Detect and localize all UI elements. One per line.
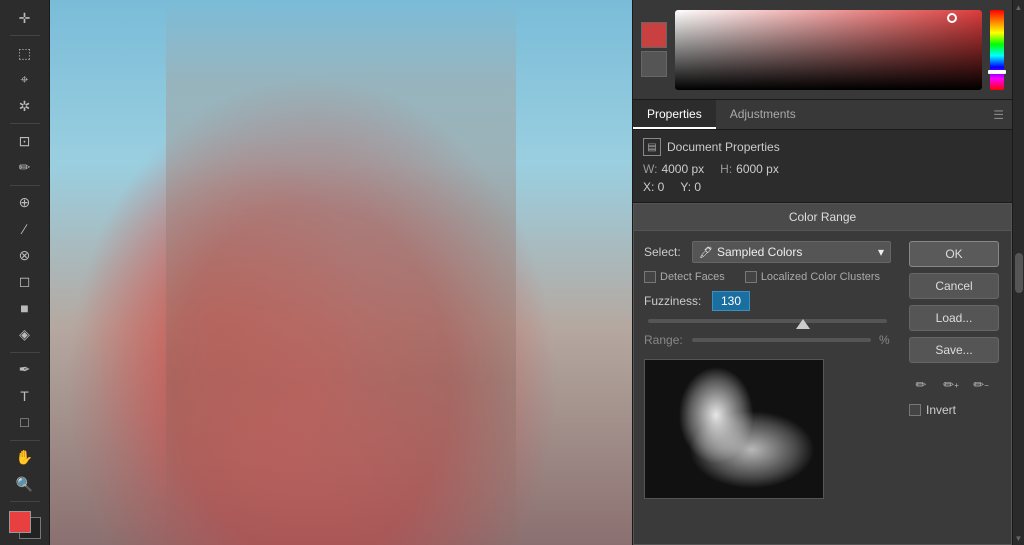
doc-props-row: ▤ Document Properties bbox=[643, 138, 1002, 156]
preview-image bbox=[644, 359, 824, 499]
invert-label: Invert bbox=[926, 403, 956, 417]
dialog-right: OK Cancel Load... Save... ✏ ✏+ ✏− Invert bbox=[901, 231, 1011, 544]
range-slider[interactable] bbox=[692, 338, 871, 342]
tab-properties[interactable]: Properties bbox=[633, 100, 716, 129]
hue-bar[interactable] bbox=[990, 10, 1004, 90]
checkboxes-row: Detect Faces Localized Color Clusters bbox=[644, 271, 891, 283]
cancel-button[interactable]: Cancel bbox=[909, 273, 999, 299]
subtract-sample-tool[interactable]: ✏− bbox=[969, 373, 993, 397]
dialog-body: Select: 🖊 Sampled Colors ▾ bbox=[634, 231, 1011, 544]
pen-tool[interactable]: ✒ bbox=[9, 358, 41, 382]
text-tool[interactable]: T bbox=[9, 384, 41, 408]
dialog-left: Select: 🖊 Sampled Colors ▾ bbox=[634, 231, 901, 544]
spectrum-cursor bbox=[947, 13, 957, 23]
toolbar-left: ✛ ⬚ ⌖ ✲ ⊡ ✏ ⊕ ∕ ⊗ ◻ ■ ◈ ✒ T □ ✋ 🔍 bbox=[0, 0, 50, 545]
x-field: X: 0 bbox=[643, 180, 664, 194]
sample-tool[interactable]: ✏ bbox=[909, 373, 933, 397]
gradient-tool[interactable]: ■ bbox=[9, 296, 41, 320]
magic-wand-tool[interactable]: ✲ bbox=[9, 94, 41, 118]
color-spectrum[interactable] bbox=[675, 10, 982, 90]
lasso-tool[interactable]: ⌖ bbox=[9, 68, 41, 92]
color-picker-area bbox=[633, 0, 1012, 100]
slider-track bbox=[648, 319, 887, 323]
y-field: Y: 0 bbox=[680, 180, 701, 194]
doc-props-label: Document Properties bbox=[667, 140, 780, 154]
healing-tool[interactable]: ⊕ bbox=[9, 191, 41, 215]
fuzziness-row: Fuzziness: bbox=[644, 291, 891, 311]
range-label: Range: bbox=[644, 333, 684, 347]
scroll-down-arrow[interactable]: ▼ bbox=[1014, 533, 1024, 543]
fuzziness-input[interactable] bbox=[712, 291, 750, 311]
detect-faces-box[interactable] bbox=[644, 271, 656, 283]
properties-content: ▤ Document Properties W: 4000 px H: 6000… bbox=[633, 130, 1012, 203]
blur-tool[interactable]: ◈ bbox=[9, 322, 41, 346]
marquee-tool[interactable]: ⬚ bbox=[9, 41, 41, 65]
scroll-up-arrow[interactable]: ▲ bbox=[1014, 2, 1024, 12]
tool-separator-5 bbox=[10, 440, 40, 441]
crop-tool[interactable]: ⊡ bbox=[9, 129, 41, 153]
range-pct: % bbox=[879, 333, 891, 347]
brush-tool[interactable]: ∕ bbox=[9, 217, 41, 241]
select-label: Select: bbox=[644, 245, 684, 259]
right-panel: Properties Adjustments ☰ ▤ Document Prop… bbox=[632, 0, 1012, 545]
move-tool[interactable]: ✛ bbox=[9, 6, 41, 30]
select-row: Select: 🖊 Sampled Colors ▾ bbox=[644, 241, 891, 263]
background-swatch[interactable] bbox=[641, 51, 667, 77]
detect-faces-checkbox[interactable]: Detect Faces bbox=[644, 271, 725, 283]
zoom-tool[interactable]: 🔍 bbox=[9, 472, 41, 496]
shape-tool[interactable]: □ bbox=[9, 410, 41, 434]
tool-separator bbox=[10, 35, 40, 36]
save-button[interactable]: Save... bbox=[909, 337, 999, 363]
dropdown-chevron-icon: ▾ bbox=[878, 245, 884, 259]
preview-content bbox=[645, 360, 823, 498]
color-range-dialog: Color Range Select: 🖊 Sampled Colors ▾ bbox=[633, 203, 1012, 545]
dialog-title: Color Range bbox=[634, 204, 1011, 231]
fuzziness-label: Fuzziness: bbox=[644, 294, 704, 308]
right-scrollbar[interactable]: ▲ ▼ bbox=[1012, 0, 1024, 545]
localized-clusters-box[interactable] bbox=[745, 271, 757, 283]
eyedropper-tools: ✏ ✏+ ✏− bbox=[909, 373, 1003, 397]
hue-cursor bbox=[988, 70, 1006, 74]
foreground-color-swatch[interactable] bbox=[9, 511, 31, 533]
position-fields: X: 0 Y: 0 bbox=[643, 180, 1002, 194]
eyedropper-tool[interactable]: ✏ bbox=[9, 155, 41, 179]
width-field: W: 4000 px bbox=[643, 162, 704, 176]
load-button[interactable]: Load... bbox=[909, 305, 999, 331]
ok-button[interactable]: OK bbox=[909, 241, 999, 267]
dropdown-eyedropper-icon: 🖊 bbox=[699, 246, 713, 259]
hand-tool[interactable]: ✋ bbox=[9, 446, 41, 470]
right-column: Properties Adjustments ☰ ▤ Document Prop… bbox=[632, 0, 1024, 545]
prop-fields: W: 4000 px H: 6000 px bbox=[643, 162, 1002, 176]
add-sample-tool[interactable]: ✏+ bbox=[939, 373, 963, 397]
slider-thumb[interactable] bbox=[796, 319, 810, 329]
foreground-swatch[interactable] bbox=[641, 22, 667, 48]
tool-separator-6 bbox=[10, 501, 40, 502]
canvas-area bbox=[50, 0, 632, 545]
scroll-thumb[interactable] bbox=[1015, 253, 1023, 293]
doc-icon: ▤ bbox=[643, 138, 661, 156]
tab-adjustments[interactable]: Adjustments bbox=[716, 100, 810, 129]
select-dropdown[interactable]: 🖊 Sampled Colors ▾ bbox=[692, 241, 891, 263]
panel-menu[interactable]: ☰ bbox=[985, 100, 1012, 129]
localized-clusters-label: Localized Color Clusters bbox=[761, 271, 880, 283]
height-field: H: 6000 px bbox=[720, 162, 779, 176]
localized-clusters-checkbox[interactable]: Localized Color Clusters bbox=[745, 271, 880, 283]
dropdown-value: Sampled Colors bbox=[717, 245, 802, 259]
invert-row: Invert bbox=[909, 403, 1003, 417]
fuzziness-slider[interactable] bbox=[644, 319, 891, 325]
tool-separator-4 bbox=[10, 352, 40, 353]
range-row: Range: % bbox=[644, 333, 891, 347]
tool-separator-2 bbox=[10, 123, 40, 124]
clone-tool[interactable]: ⊗ bbox=[9, 243, 41, 267]
photo-person bbox=[166, 0, 515, 545]
panel-tabs: Properties Adjustments ☰ bbox=[633, 100, 1012, 130]
eraser-tool[interactable]: ◻ bbox=[9, 270, 41, 294]
color-swatch[interactable] bbox=[9, 511, 41, 539]
tool-separator-3 bbox=[10, 185, 40, 186]
detect-faces-label: Detect Faces bbox=[660, 271, 725, 283]
small-swatches bbox=[641, 22, 667, 77]
invert-checkbox[interactable] bbox=[909, 404, 921, 416]
